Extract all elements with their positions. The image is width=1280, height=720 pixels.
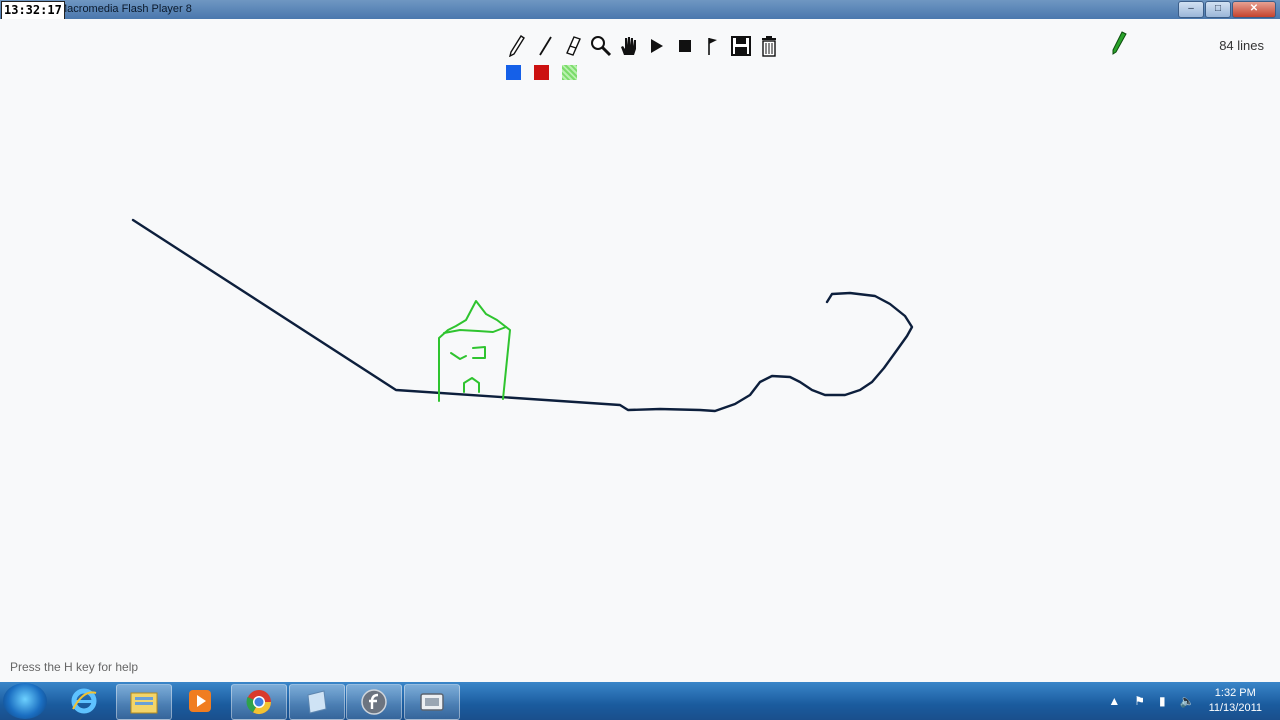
play-icon[interactable] xyxy=(643,33,671,59)
color-swatch-blue[interactable] xyxy=(506,65,521,80)
save-icon[interactable] xyxy=(727,33,755,59)
media-player-icon[interactable] xyxy=(173,684,227,718)
flag-icon[interactable] xyxy=(699,33,727,59)
chrome-icon[interactable] xyxy=(231,684,287,720)
drawn-track xyxy=(131,218,914,413)
help-hint: Press the H key for help xyxy=(10,660,139,674)
color-swatch-red[interactable] xyxy=(534,65,549,80)
pencil-cursor-icon xyxy=(1108,30,1128,61)
notepad-icon[interactable] xyxy=(289,684,345,720)
hand-icon[interactable] xyxy=(615,33,643,59)
drawn-house xyxy=(438,300,511,402)
internet-explorer-icon[interactable] xyxy=(57,684,111,718)
flash-player-icon[interactable] xyxy=(346,684,402,720)
trash-icon[interactable] xyxy=(755,33,783,59)
screen-recorder-icon[interactable] xyxy=(404,684,460,720)
volume-icon[interactable]: 🔈 xyxy=(1180,694,1195,708)
track-line xyxy=(131,218,914,413)
zoom-icon[interactable] xyxy=(587,33,615,59)
stop-icon[interactable] xyxy=(671,33,699,59)
taskbar: ▲ ⚑ ▮ 🔈 1:32 PM 11/13/2011 xyxy=(0,682,1280,720)
line-count: 84 lines xyxy=(1219,38,1264,53)
show-hidden-icons[interactable]: ▲ xyxy=(1108,694,1120,708)
clock-time: 1:32 PM xyxy=(1214,687,1256,699)
system-tray: ▲ ⚑ ▮ 🔈 1:32 PM 11/13/2011 xyxy=(1108,682,1280,720)
line-icon[interactable] xyxy=(531,33,559,59)
taskbar-clock[interactable]: 1:32 PM 11/13/2011 xyxy=(1209,686,1262,716)
start-orb[interactable] xyxy=(3,683,47,719)
action-center-icon[interactable]: ⚑ xyxy=(1134,694,1145,708)
drawing-toolbar xyxy=(503,33,783,59)
clock-date: 11/13/2011 xyxy=(1208,702,1262,714)
eraser-icon[interactable] xyxy=(559,33,587,59)
color-swatch-green[interactable] xyxy=(562,65,577,80)
network-icon[interactable]: ▮ xyxy=(1159,694,1166,708)
color-palette xyxy=(506,65,590,80)
pencil-icon[interactable] xyxy=(503,33,531,59)
windows-explorer-icon[interactable] xyxy=(116,684,172,720)
